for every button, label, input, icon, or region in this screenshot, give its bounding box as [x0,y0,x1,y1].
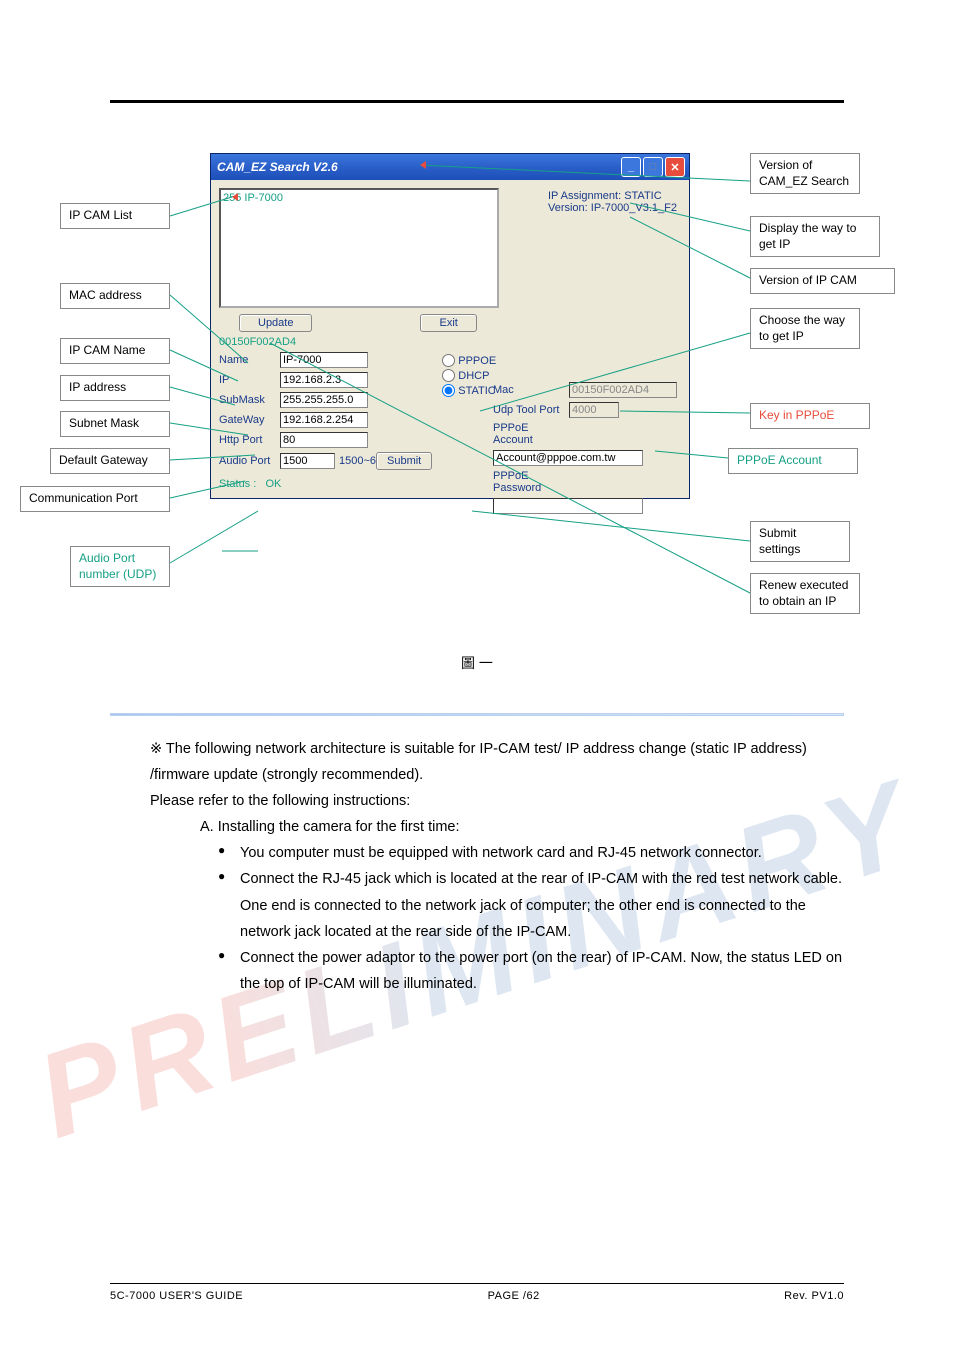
figure-label: 圖 一 [110,653,844,673]
gateway-input[interactable] [280,412,368,428]
pppoe-pwd-input[interactable] [493,498,643,514]
callout-audioport: Audio Port number (UDP) [70,546,170,587]
version-label: Version: IP-7000_V3.1_F2 [548,202,677,214]
udp-input [569,402,619,418]
top-rule [110,100,844,103]
mac-display: 00150F002AD4 [219,336,681,348]
callout-chooseway: Choose the way to get IP [750,308,860,349]
status-value: OK [265,478,281,490]
list-a: A. Installing the camera for the first t… [200,814,844,840]
dhcp-radio[interactable]: DHCP [442,369,496,382]
callout-ipcamname: IP CAM Name [60,338,170,364]
para-1: ※ The following network architecture is … [150,736,844,788]
exit-button[interactable]: Exit [420,314,476,332]
callout-displayway: Display the way to get IP [750,216,880,257]
footer-left: 5C-7000 USER'S GUIDE [110,1290,243,1302]
bullet-3: Connect the power adaptor to the power p… [240,945,844,997]
callout-versioncam: Version of IP CAM [750,268,895,294]
ip-label: IP [219,374,274,386]
ip-cam-listbox[interactable]: 255 IP-7000 [219,188,499,308]
close-icon[interactable]: ✕ [665,157,685,177]
pppoe-radio[interactable]: PPPOE [442,354,496,367]
submask-label: SubMask [219,394,274,406]
callout-mac: MAC address [60,283,170,309]
window-title: CAM_EZ Search V2.6 [217,160,338,174]
callout-commport: Communication Port [20,486,170,512]
httpport-label: Http Port [219,434,274,446]
callout-version: Version of CAM_EZ Search [750,153,860,194]
body-content: ※ The following network architecture is … [110,713,844,997]
static-radio[interactable]: STATIC [442,384,496,397]
audioport-input[interactable] [280,453,335,469]
footer-center: PAGE /62 [488,1290,540,1302]
gateway-label: GateWay [219,414,274,426]
bullet-2: Connect the RJ-45 jack which is located … [240,866,844,944]
name-label: Name [219,354,274,366]
mac-input-r [569,382,677,398]
udp-label: Udp Tool Port [493,404,565,416]
callout-renew: Renew executed to obtain an IP [750,573,860,614]
callout-submit: Submit settings [750,521,850,562]
titlebar: CAM_EZ Search V2.6 _ □ ✕ [211,154,689,180]
mac-label-r: Mac [493,384,565,396]
callout-gateway: Default Gateway [50,448,170,474]
update-button[interactable]: Update [239,314,312,332]
ip-assignment-label: IP Assignment: STATIC [548,190,677,202]
httpport-input[interactable] [280,432,368,448]
callout-subnet: Subnet Mask [60,411,170,437]
minimize-icon[interactable]: _ [621,157,641,177]
listbox-item[interactable]: 255 IP-7000 [223,192,495,204]
diagram: CAM_EZ Search V2.6 _ □ ✕ 255 IP-7000 IP … [110,153,844,693]
pppoe-pwd-label: PPPoE Password [493,470,565,494]
audioport-label: Audio Port [219,455,274,467]
status-label: Status : [219,478,256,490]
app-window: CAM_EZ Search V2.6 _ □ ✕ 255 IP-7000 IP … [210,153,690,499]
para-2: Please refer to the following instructio… [150,788,844,814]
submask-input[interactable] [280,392,368,408]
submit-button[interactable]: Submit [376,452,432,470]
callout-pppoeacct: PPPoE Account [728,448,858,474]
blue-divider [110,713,844,716]
name-input[interactable] [280,352,368,368]
callout-ipcamlist: IP CAM List [60,203,170,229]
callout-ipaddr: IP address [60,375,170,401]
pppoe-acct-label: PPPoE Account [493,422,565,446]
maximize-icon[interactable]: □ [643,157,663,177]
footer: 5C-7000 USER'S GUIDE PAGE /62 Rev. PV1.0 [110,1283,844,1302]
ip-input[interactable] [280,372,368,388]
callout-keyin: Key in PPPoE [750,403,870,429]
pppoe-acct-input[interactable] [493,450,643,466]
bullet-1: You computer must be equipped with netwo… [240,840,844,866]
footer-right: Rev. PV1.0 [784,1290,844,1302]
